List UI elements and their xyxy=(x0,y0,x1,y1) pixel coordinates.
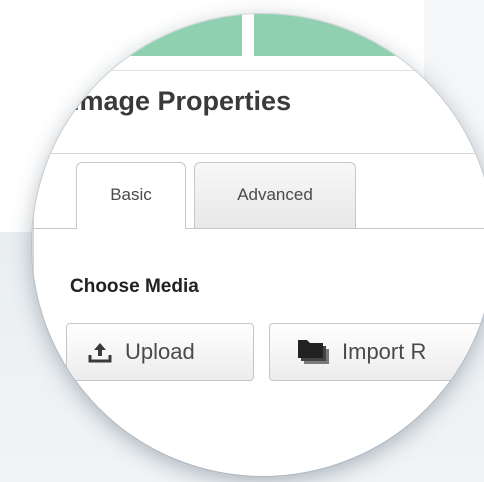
import-button[interactable]: Import R xyxy=(269,323,484,381)
upload-button-label: Upload xyxy=(125,339,195,364)
header-block-left xyxy=(122,14,242,56)
dialog-title: Image Properties xyxy=(72,86,292,116)
import-button-label: Import R xyxy=(342,339,427,364)
upload-icon xyxy=(87,340,113,364)
dialog-left-border xyxy=(32,154,34,476)
magnifier-lens: Image Properties Basic Advanced Choose M… xyxy=(32,14,484,476)
tab-advanced[interactable]: Advanced xyxy=(194,162,356,228)
tab-basic[interactable]: Basic xyxy=(76,162,186,229)
choose-media-label: Choose Media xyxy=(70,276,199,297)
header-divider xyxy=(32,70,484,71)
header-block-right xyxy=(254,14,484,56)
folder-icon xyxy=(296,338,330,366)
title-divider xyxy=(32,153,484,154)
header-banner xyxy=(32,14,484,56)
upload-button[interactable]: Upload xyxy=(66,323,254,381)
page: Image Properties Basic Advanced Choose M… xyxy=(0,0,484,482)
header-gap xyxy=(242,14,254,56)
active-tab-gap xyxy=(77,228,185,229)
